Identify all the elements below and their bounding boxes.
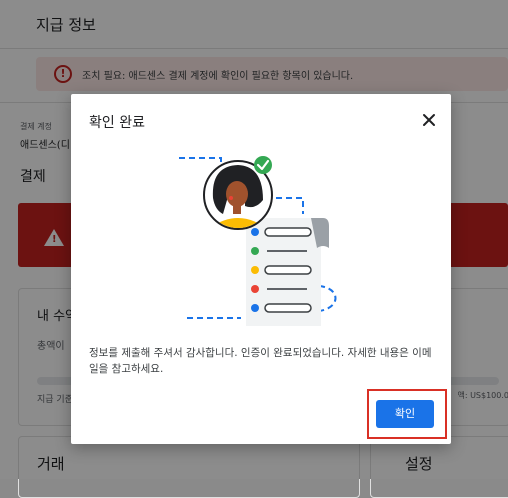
close-icon: [423, 114, 435, 126]
dialog-message: 정보를 제출해 주셔서 감사합니다. 인증이 완료되었습니다. 자세한 내용은 …: [89, 347, 432, 375]
verification-complete-dialog: 확인 완료 정보를 제출해 주셔서 감사합니다. 인증이 완료되었습니다. 자세…: [71, 94, 451, 444]
confirm-button[interactable]: 확인: [376, 400, 434, 428]
close-button[interactable]: [419, 110, 439, 130]
verification-illustration: [179, 156, 337, 326]
dialog-title: 확인 완료: [89, 115, 145, 131]
